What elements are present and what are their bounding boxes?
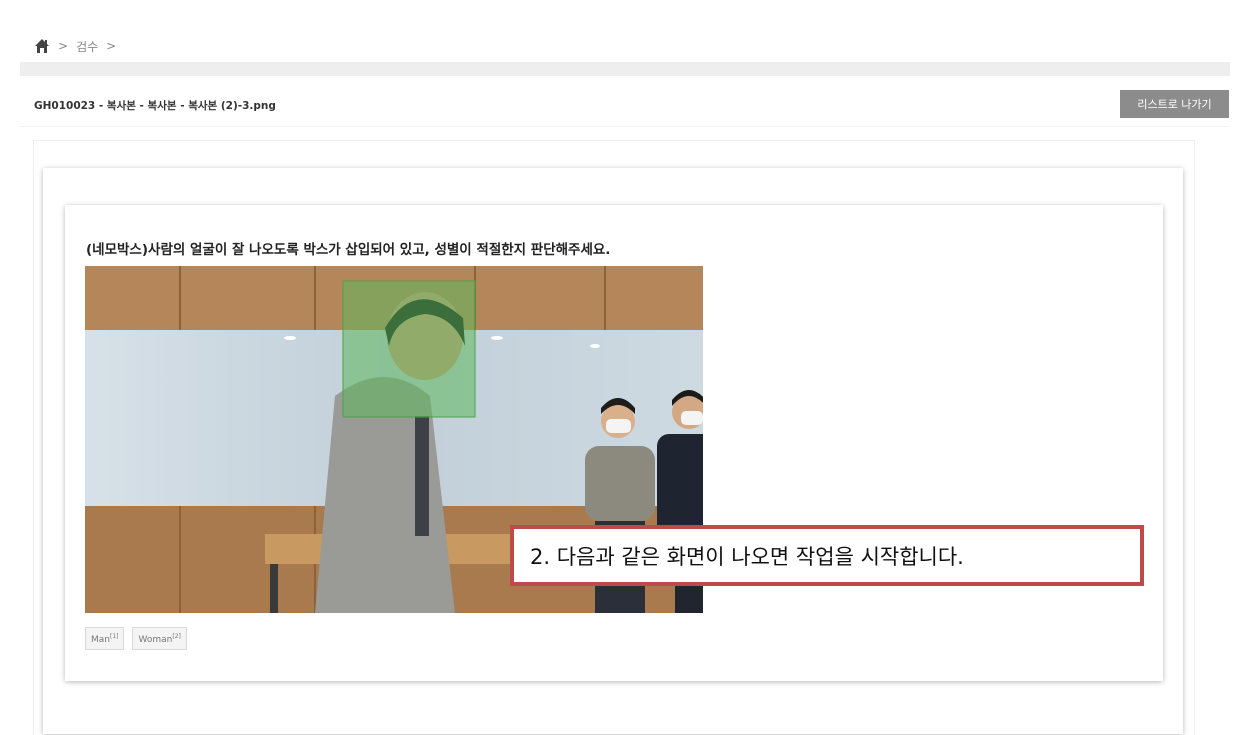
label-woman-key: [2] xyxy=(172,633,181,640)
instruction-callout: 2. 다음과 같은 화면이 나오면 작업을 시작합니다. xyxy=(510,525,1144,586)
question-text: (네모박스)사람의 얼굴이 잘 나오도록 박스가 삽입되어 있고, 성별이 적절… xyxy=(86,242,611,258)
breadcrumb-item-review[interactable]: 검수 xyxy=(76,38,98,55)
divider xyxy=(20,126,1230,127)
breadcrumb-separator: > xyxy=(106,39,117,53)
header-bar xyxy=(20,62,1230,76)
label-woman-button[interactable]: Woman[2] xyxy=(132,627,187,650)
file-title: GH010023 - 복사본 - 복사본 - 복사본 (2)-3.png xyxy=(34,100,276,112)
label-man-key: [1] xyxy=(109,633,119,640)
label-options: Man[1] Woman[2] xyxy=(85,627,187,650)
callout-text: 2. 다음과 같은 화면이 나오면 작업을 시작합니다. xyxy=(530,544,964,569)
label-man-button[interactable]: Man[1] xyxy=(85,627,125,650)
home-icon[interactable] xyxy=(34,38,50,54)
back-to-list-button[interactable]: 리스트로 나가기 xyxy=(1120,90,1229,118)
label-man-text: Man xyxy=(91,635,110,645)
breadcrumb-separator: > xyxy=(58,39,69,53)
breadcrumb: > 검수 > xyxy=(34,36,116,56)
label-woman-text: Woman xyxy=(138,635,173,645)
